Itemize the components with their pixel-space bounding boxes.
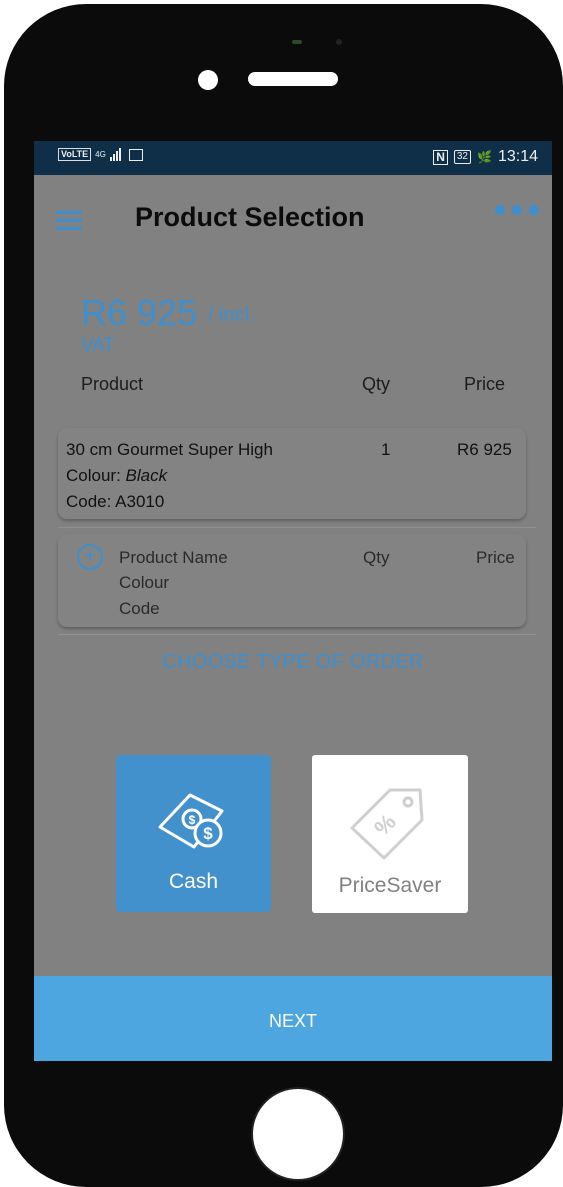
divider	[58, 634, 536, 635]
clock: 13:14	[497, 148, 538, 165]
total-price: R6 925	[81, 292, 198, 333]
column-header-price: Price	[464, 374, 506, 394]
new-item-code-placeholder: Code	[119, 599, 160, 618]
volte-indicator: VoLTE	[58, 148, 92, 161]
earpiece-speaker	[248, 72, 338, 86]
nfc-icon: N	[433, 149, 448, 165]
cash-icon: $ $	[158, 793, 224, 849]
product-item-price: R6 925	[457, 440, 512, 459]
next-button[interactable]: NEXT	[34, 976, 552, 1061]
product-item-code: Code: A3010	[66, 492, 165, 511]
front-sensor-dot	[198, 70, 218, 90]
product-item-name: 30 cm Gourmet Super High	[66, 440, 273, 459]
message-icon	[128, 148, 143, 161]
page-title: Product Selection	[135, 202, 365, 232]
column-header-qty: Qty	[362, 374, 391, 394]
status-bar: VoLTE 4G N 32 🌿 13:14	[34, 141, 552, 175]
total-price-suffix: / incl.	[208, 304, 255, 326]
svg-text:%: %	[369, 809, 401, 841]
order-option-cash[interactable]: $ $ Cash	[116, 755, 271, 912]
add-product-icon[interactable]: +	[77, 544, 103, 570]
new-item-colour-placeholder: Colour	[119, 573, 170, 592]
new-item-name-placeholder: Product Name	[119, 548, 228, 567]
new-item-price-placeholder: Price	[476, 548, 515, 567]
svg-text:$: $	[203, 824, 213, 843]
menu-icon[interactable]	[56, 211, 82, 231]
column-header-product: Product	[81, 374, 144, 394]
signal-icon	[109, 148, 121, 161]
product-item-colour: Colour: Black	[66, 466, 167, 486]
more-options-icon[interactable]	[495, 205, 539, 215]
status-left: VoLTE 4G	[58, 148, 143, 161]
new-item-qty-placeholder: Qty	[363, 548, 390, 567]
front-camera	[336, 39, 342, 45]
product-item-colour-value: Black	[125, 466, 168, 485]
network-type: 4G	[95, 149, 106, 159]
home-button[interactable]	[251, 1087, 345, 1181]
app-screen: VoLTE 4G N 32 🌿 13:14 Product Selection …	[34, 141, 552, 1061]
order-option-pricesaver-label: PriceSaver	[338, 874, 442, 897]
divider	[58, 527, 536, 528]
proximity-sensor	[292, 40, 302, 44]
battery-icon: 32	[453, 150, 471, 164]
svg-text:$: $	[189, 813, 196, 827]
order-option-cash-label: Cash	[168, 870, 219, 893]
order-option-pricesaver[interactable]: % PriceSaver	[312, 755, 468, 913]
product-item-colour-label: Colour:	[66, 466, 121, 485]
status-right: N 32 🌿 13:14	[433, 148, 538, 166]
total-vat-label: VAT	[81, 335, 116, 356]
power-saving-icon: 🌿	[477, 150, 492, 164]
order-type-heading: CHOOSE TYPE OF ORDER	[162, 651, 424, 673]
product-item-qty: 1	[381, 440, 391, 459]
price-tag-icon: %	[350, 788, 424, 860]
